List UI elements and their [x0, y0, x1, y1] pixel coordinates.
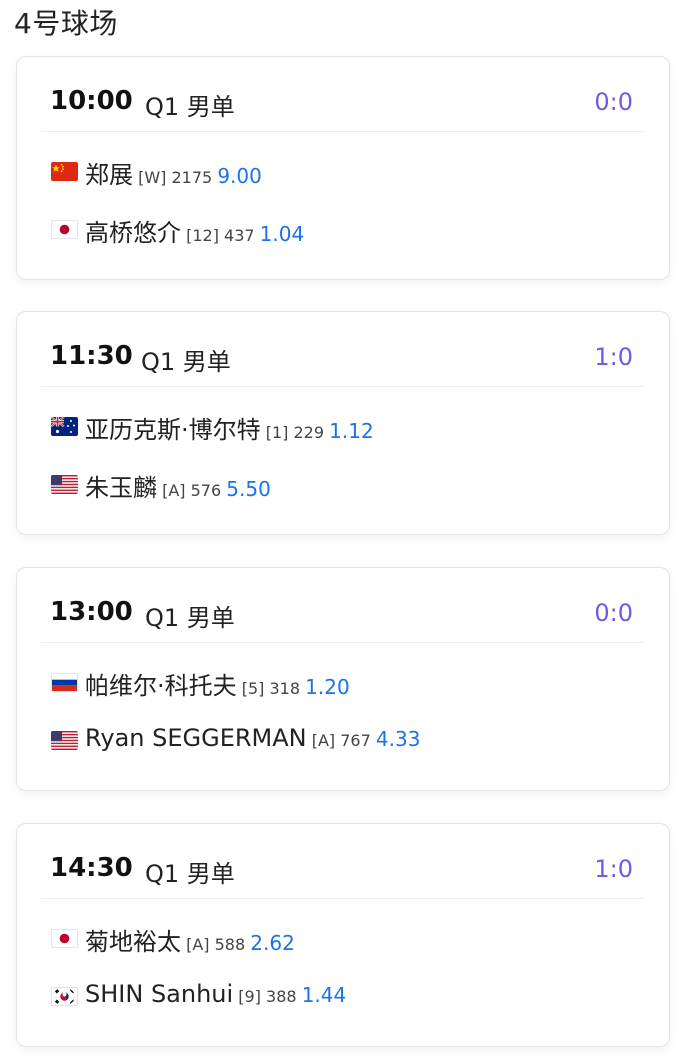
match-card[interactable]: 13:00 Q1 男单 0:0 帕维尔·科托夫 [5] 318 1.20 Rya…	[16, 567, 670, 791]
player-row[interactable]: SHIN Sanhui [9] 388 1.44	[51, 978, 649, 1014]
player-name[interactable]: SHIN Sanhui	[85, 980, 233, 1008]
russia-flag-icon	[51, 673, 78, 692]
south-korea-flag-icon	[51, 987, 78, 1006]
match-score: 0:0	[594, 599, 633, 627]
player-seed: [1]	[265, 423, 289, 442]
player-odds[interactable]: 9.00	[217, 164, 262, 188]
player-row[interactable]: Ryan SEGGERMAN [A] 767 4.33	[51, 722, 649, 758]
match-card[interactable]: 10:00 Q1 男单 0:0 郑展 [W] 2175 9.00 高桥悠介 [1…	[16, 56, 670, 280]
court-title: 4号球场	[14, 7, 118, 40]
player-row[interactable]: 亚历克斯·博尔特 [1] 229 1.12	[51, 408, 649, 444]
player-rank: 388	[266, 987, 297, 1006]
match-card[interactable]: 14:30 Q1 男单 1:0 菊地裕太 [A] 588 2.62 SHIN S…	[16, 823, 670, 1047]
player-rank: 437	[224, 226, 255, 245]
player-odds[interactable]: 2.62	[250, 931, 295, 955]
player-seed: [A]	[186, 935, 210, 954]
player-name[interactable]: 朱玉麟	[85, 474, 157, 502]
player-rank: 767	[340, 731, 371, 750]
match-event: Q1 男单	[145, 604, 235, 632]
player-odds[interactable]: 1.44	[302, 983, 347, 1007]
player-name[interactable]: Ryan SEGGERMAN	[85, 724, 307, 752]
player-name[interactable]: 高桥悠介	[85, 219, 181, 247]
match-event: Q1 男单	[141, 348, 231, 376]
player-seed: [W]	[138, 168, 167, 187]
player-name[interactable]: 亚历克斯·博尔特	[85, 416, 261, 444]
player-rank: 2175	[171, 168, 213, 187]
player-seed: [A]	[162, 481, 186, 500]
match-time: 14:30	[50, 853, 133, 883]
player-row[interactable]: 朱玉麟 [A] 576 5.50	[51, 466, 649, 502]
player-seed: [A]	[311, 731, 336, 750]
china-flag-icon	[51, 162, 78, 181]
match-header: 10:00 Q1 男单 0:0	[41, 57, 645, 132]
player-odds[interactable]: 1.04	[260, 222, 305, 246]
player-rank: 229	[293, 423, 325, 442]
match-header: 13:00 Q1 男单 0:0	[41, 568, 645, 643]
match-header: 14:30 Q1 男单 1:0	[41, 824, 645, 899]
player-row[interactable]: 菊地裕太 [A] 588 2.62	[51, 920, 649, 956]
player-odds[interactable]: 1.12	[329, 419, 374, 443]
player-row[interactable]: 帕维尔·科托夫 [5] 318 1.20	[51, 664, 649, 700]
player-row[interactable]: 郑展 [W] 2175 9.00	[51, 153, 649, 189]
match-score: 1:0	[594, 855, 633, 883]
match-score: 0:0	[594, 88, 633, 116]
player-odds[interactable]: 4.33	[376, 727, 421, 751]
player-odds[interactable]: 5.50	[226, 477, 271, 501]
player-seed: [5]	[241, 679, 265, 698]
japan-flag-icon	[51, 220, 78, 239]
player-name[interactable]: 帕维尔·科托夫	[85, 672, 237, 700]
match-event: Q1 男单	[145, 93, 235, 121]
japan-flag-icon	[51, 929, 78, 948]
match-time: 11:30	[50, 341, 133, 371]
player-seed: [12]	[186, 226, 219, 245]
match-score: 1:0	[594, 343, 633, 371]
player-name[interactable]: 郑展	[85, 161, 133, 189]
player-rank: 318	[269, 679, 301, 698]
player-rank: 588	[214, 935, 246, 954]
match-time: 13:00	[50, 597, 133, 627]
match-event: Q1 男单	[145, 860, 235, 888]
player-seed: [9]	[238, 987, 261, 1006]
match-card[interactable]: 11:30 Q1 男单 1:0 亚历克斯·博尔特 [1] 229 1.12 朱玉…	[16, 311, 670, 535]
player-rank: 576	[190, 481, 222, 500]
usa-flag-icon	[51, 731, 78, 750]
player-row[interactable]: 高桥悠介 [12] 437 1.04	[51, 211, 649, 247]
match-header: 11:30 Q1 男单 1:0	[41, 312, 645, 387]
usa-flag-icon	[51, 475, 78, 494]
australia-flag-icon	[51, 417, 78, 436]
match-time: 10:00	[50, 86, 133, 116]
player-odds[interactable]: 1.20	[305, 675, 350, 699]
player-name[interactable]: 菊地裕太	[85, 928, 181, 956]
